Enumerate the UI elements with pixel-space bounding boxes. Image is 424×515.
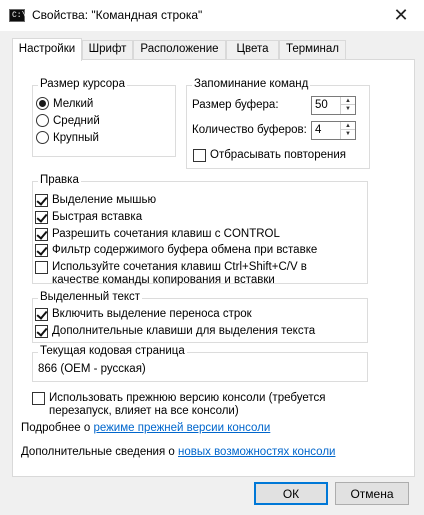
codepage-value: 866 (OEM - русская)	[38, 363, 146, 375]
cursor-size-group: Размер курсора Мелкий Средний Крупный	[32, 78, 176, 157]
legacy-label-line2: перезапуск, влияет на все консоли)	[49, 405, 239, 417]
discard-duplicates-checkbox[interactable]: Отбрасывать повторения	[193, 149, 346, 162]
checkbox-label: Включить выделение переноса строк	[52, 308, 252, 320]
checkbox-indicator	[32, 392, 45, 405]
new-features-prefix: Дополнительные сведения о	[21, 446, 178, 458]
legacy-mode-link[interactable]: режиме прежней версии консоли	[93, 422, 270, 434]
checkbox-extended-edit-keys[interactable]: Дополнительные клавиши для выделения тек…	[35, 325, 315, 338]
console-app-icon: C:\	[9, 9, 26, 22]
legacy-more-info: Подробнее о режиме прежней версии консол…	[21, 422, 270, 434]
checkbox-label: Используйте сочетания клавиш Ctrl+Shift+…	[52, 261, 307, 287]
radio-cursor-medium[interactable]: Средний	[36, 114, 100, 127]
buffer-size-stepper[interactable]: 50 ▲ ▼	[311, 96, 356, 115]
radio-indicator	[36, 131, 49, 144]
tab-settings[interactable]: Настройки	[12, 38, 82, 61]
radio-cursor-small[interactable]: Мелкий	[36, 97, 93, 110]
radio-indicator	[36, 97, 49, 110]
title-bar: C:\ Свойства: "Командная строка" ✕	[0, 0, 424, 31]
checkbox-label-line1: Используйте сочетания клавиш Ctrl+Shift+…	[52, 261, 307, 273]
checkbox-label: Разрешить сочетания клавиш с CONTROL	[52, 228, 280, 240]
new-features-link[interactable]: новых возможностях консоли	[178, 446, 335, 458]
buffer-size-value: 50	[315, 99, 328, 111]
buffer-size-label: Размер буфера:	[192, 99, 279, 111]
checkbox-label-line2: качестве команды копирования и вставки	[52, 274, 275, 286]
tab-colors[interactable]: Цвета	[226, 40, 279, 59]
cancel-button[interactable]: Отмена	[335, 482, 409, 505]
checkbox-indicator	[35, 228, 48, 241]
spin-arrows[interactable]: ▲ ▼	[340, 97, 355, 114]
spin-up-icon[interactable]: ▲	[341, 122, 355, 130]
checkbox-label: Дополнительные клавиши для выделения тек…	[52, 325, 316, 337]
ok-button[interactable]: ОК	[254, 482, 328, 505]
checkbox-indicator	[193, 149, 206, 162]
legacy-label-line1: Использовать прежнюю версию консоли (тре…	[49, 392, 326, 404]
codepage-group: Текущая кодовая страница 866 (OEM - русс…	[32, 345, 368, 382]
radio-label: Мелкий	[53, 97, 94, 110]
command-history-group: Запоминание команд Размер буфера: 50 ▲ ▼…	[186, 78, 370, 169]
tab-terminal[interactable]: Терминал	[279, 40, 346, 59]
checkbox-label: Фильтр содержимого буфера обмена при вст…	[52, 244, 318, 256]
edit-options-group: Правка Выделение мышью Быстрая вставка Р…	[32, 174, 368, 287]
text-selection-title: Выделенный текст	[38, 291, 143, 303]
checkbox-mouse-selection[interactable]: Выделение мышью	[35, 194, 156, 207]
command-history-title: Запоминание команд	[192, 78, 311, 90]
checkbox-indicator	[35, 244, 48, 257]
checkbox-indicator	[35, 261, 48, 274]
codepage-title: Текущая кодовая страница	[38, 345, 187, 357]
checkbox-ctrl-shift-cv[interactable]: Используйте сочетания клавиш Ctrl+Shift+…	[35, 261, 307, 287]
checkbox-label: Использовать прежнюю версию консоли (тре…	[49, 392, 325, 418]
checkbox-quick-paste[interactable]: Быстрая вставка	[35, 211, 142, 224]
close-icon: ✕	[393, 5, 409, 25]
checkbox-indicator	[35, 211, 48, 224]
checkbox-clipboard-filter[interactable]: Фильтр содержимого буфера обмена при вст…	[35, 244, 317, 257]
radio-label: Крупный	[53, 131, 99, 144]
window-title: Свойства: "Командная строка"	[32, 8, 203, 22]
spin-down-icon[interactable]: ▼	[341, 105, 355, 113]
checkbox-line-wrap-selection[interactable]: Включить выделение переноса строк	[35, 308, 252, 321]
checkbox-label: Быстрая вставка	[52, 211, 143, 223]
checkbox-legacy-console[interactable]: Использовать прежнюю версию консоли (тре…	[32, 392, 325, 418]
radio-indicator	[36, 114, 49, 127]
edit-options-title: Правка	[38, 174, 81, 186]
radio-cursor-large[interactable]: Крупный	[36, 131, 99, 144]
cursor-size-title: Размер курсора	[38, 78, 127, 90]
buffer-count-label: Количество буферов:	[192, 124, 307, 136]
checkbox-label: Отбрасывать повторения	[210, 149, 346, 161]
spin-arrows[interactable]: ▲ ▼	[340, 122, 355, 139]
spin-down-icon[interactable]: ▼	[341, 130, 355, 138]
radio-label: Средний	[53, 114, 100, 127]
checkbox-indicator	[35, 325, 48, 338]
checkbox-indicator	[35, 308, 48, 321]
legacy-more-prefix: Подробнее о	[21, 422, 94, 434]
close-button[interactable]: ✕	[378, 0, 424, 31]
new-features-info: Дополнительные сведения о новых возможно…	[21, 446, 335, 458]
buffer-count-stepper[interactable]: 4 ▲ ▼	[311, 121, 356, 140]
text-selection-group: Выделенный текст Включить выделение пере…	[32, 291, 368, 343]
tab-layout[interactable]: Расположение	[133, 40, 226, 59]
checkbox-indicator	[35, 194, 48, 207]
spin-up-icon[interactable]: ▲	[341, 97, 355, 105]
checkbox-label: Выделение мышью	[52, 194, 157, 206]
checkbox-control-shortcuts[interactable]: Разрешить сочетания клавиш с CONTROL	[35, 228, 280, 241]
buffer-count-value: 4	[315, 124, 322, 136]
settings-panel: Размер курсора Мелкий Средний Крупный За…	[12, 59, 415, 477]
tab-font[interactable]: Шрифт	[82, 40, 133, 59]
